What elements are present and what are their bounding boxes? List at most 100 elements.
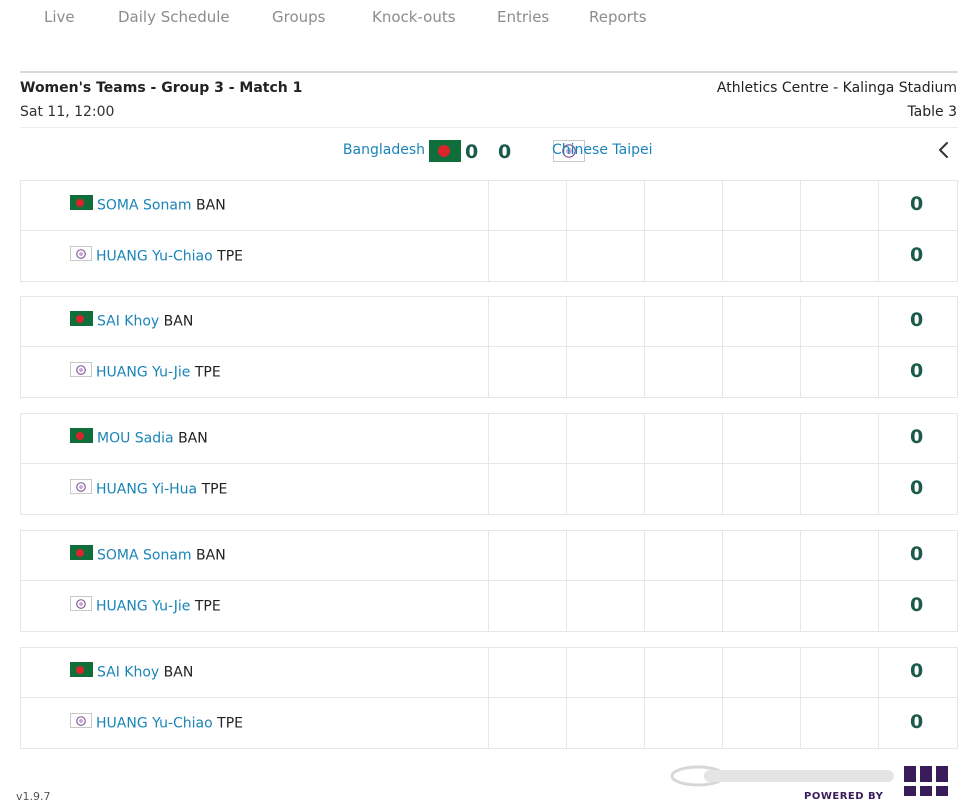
player-score: 0 (910, 660, 924, 682)
match-block: SOMA Sonam BAN 0 HUANG Yu-Chiao TPE 0 (20, 180, 958, 282)
top-nav: Live Daily Schedule Groups Knock-outs En… (0, 0, 974, 36)
player-cell: SOMA Sonam BAN (70, 195, 226, 215)
nation-code: TPE (194, 364, 221, 381)
bangladesh-flag-icon (70, 545, 93, 560)
away-team-score: 0 (498, 141, 512, 163)
tab-entries[interactable]: Entries (497, 8, 549, 26)
table-row: HUANG Yu-Chiao TPE 0 (21, 232, 957, 282)
player-score: 0 (910, 543, 924, 565)
flag-wrap (70, 195, 93, 214)
player-name-link[interactable]: HUANG Yu-Jie (96, 365, 190, 381)
player-score: 0 (910, 244, 924, 266)
chinese-taipei-flag-icon (70, 246, 92, 261)
bangladesh-flag-icon (70, 428, 93, 443)
flag-wrap (70, 713, 92, 732)
chevron-left-icon[interactable] (934, 138, 954, 162)
player-name-link[interactable]: HUANG Yi-Hua (96, 482, 197, 498)
table-row: SOMA Sonam BAN 0 (21, 181, 957, 231)
match-table: Table 3 (907, 104, 957, 120)
nation-code: TPE (217, 248, 243, 265)
match-block: SAI Khoy BAN 0 HUANG Yu-Jie TPE 0 (20, 296, 958, 398)
brand-logo[interactable] (902, 760, 958, 800)
powered-by-label: POWERED BY (804, 791, 884, 800)
player-nationality: TPE (190, 364, 221, 381)
flag-wrap (70, 596, 92, 615)
table-row: HUANG Yi-Hua TPE 0 (21, 465, 957, 515)
nation-code: TPE (201, 481, 228, 498)
nation-code: BAN (178, 430, 208, 447)
player-cell: SAI Khoy BAN (70, 662, 194, 682)
bangladesh-flag-icon (429, 140, 461, 162)
chinese-taipei-flag-icon (70, 362, 92, 377)
bangladesh-flag-icon (70, 195, 93, 210)
player-score: 0 (910, 309, 924, 331)
player-cell: SAI Khoy BAN (70, 311, 193, 331)
match-block: SAI Khoy BAN 0 HUANG Yu-Chiao TPE 0 (20, 647, 958, 749)
player-name-link[interactable]: HUANG Yu-Chiao (96, 716, 213, 732)
divider (20, 71, 958, 73)
tab-knock-outs[interactable]: Knock-outs (372, 8, 456, 26)
player-nationality: TPE (213, 716, 243, 732)
flag-wrap (70, 311, 93, 330)
tab-live[interactable]: Live (44, 8, 75, 26)
player-cell: HUANG Yu-Chiao TPE (70, 713, 243, 733)
player-cell: HUANG Yi-Hua TPE (70, 479, 228, 499)
match-block: MOU Sadia BAN 0 HUANG Yi-Hua TPE 0 (20, 413, 958, 515)
flag-wrap (70, 545, 93, 564)
table-row: HUANG Yu-Chiao TPE 0 (21, 699, 957, 749)
player-score: 0 (910, 594, 924, 616)
team-scoreline: Bangladesh 0 0 Chinese Taipei (0, 138, 974, 164)
match-title: Women's Teams - Group 3 - Match 1 (20, 80, 303, 96)
table-row: SAI Khoy BAN 0 (21, 297, 957, 347)
player-nationality: TPE (190, 598, 221, 615)
table-row: SAI Khoy BAN 0 (21, 648, 957, 698)
player-nationality: TPE (213, 249, 243, 265)
player-name-link[interactable]: SOMA Sonam (97, 548, 192, 564)
nation-code: BAN (196, 547, 226, 564)
player-nationality: BAN (192, 198, 226, 214)
table-row: SOMA Sonam BAN 0 (21, 531, 957, 581)
tab-daily-schedule[interactable]: Daily Schedule (118, 8, 230, 26)
app-version: v1.9.7 (16, 790, 51, 800)
tab-groups[interactable]: Groups (272, 8, 325, 26)
match-block: SOMA Sonam BAN 0 HUANG Yu-Jie TPE 0 (20, 530, 958, 632)
home-team-score: 0 (465, 141, 479, 163)
match-datetime: Sat 11, 12:00 (20, 104, 115, 120)
player-score: 0 (910, 193, 924, 215)
player-score: 0 (910, 477, 924, 499)
away-team-link[interactable]: Chinese Taipei (552, 142, 652, 158)
flag-wrap (70, 662, 93, 681)
player-name-link[interactable]: SOMA Sonam (97, 198, 192, 214)
tab-reports[interactable]: Reports (589, 8, 647, 26)
nation-code: TPE (194, 598, 221, 615)
table-row: MOU Sadia BAN 0 (21, 414, 957, 464)
player-name-link[interactable]: HUANG Yu-Chiao (96, 249, 213, 265)
bangladesh-flag-icon (70, 311, 93, 326)
flag-wrap (70, 479, 92, 498)
player-nationality: BAN (174, 431, 208, 447)
player-cell: SOMA Sonam BAN (70, 545, 226, 565)
player-name-link[interactable]: SAI Khoy (97, 665, 159, 681)
player-score: 0 (910, 711, 924, 733)
chinese-taipei-flag-icon (70, 479, 92, 494)
chinese-taipei-flag-icon (70, 596, 92, 611)
player-name-link[interactable]: SAI Khoy (97, 314, 159, 330)
watermark-icon (668, 762, 898, 790)
bangladesh-flag-icon (70, 662, 93, 677)
player-score: 0 (910, 360, 924, 382)
chinese-taipei-flag-icon (70, 713, 92, 728)
player-nationality: BAN (192, 548, 226, 564)
player-name-link[interactable]: HUANG Yu-Jie (96, 599, 190, 615)
home-team-link[interactable]: Bangladesh (343, 142, 425, 158)
player-nationality: BAN (159, 664, 194, 681)
player-cell: HUANG Yu-Jie TPE (70, 362, 221, 382)
player-cell: MOU Sadia BAN (70, 428, 208, 448)
flag-wrap (70, 362, 92, 381)
nation-code: BAN (196, 197, 226, 214)
table-row: HUANG Yu-Jie TPE 0 (21, 582, 957, 632)
player-score: 0 (910, 426, 924, 448)
nation-code: BAN (163, 664, 194, 681)
player-nationality: TPE (197, 481, 228, 498)
player-name-link[interactable]: MOU Sadia (97, 431, 174, 447)
divider (20, 127, 958, 128)
